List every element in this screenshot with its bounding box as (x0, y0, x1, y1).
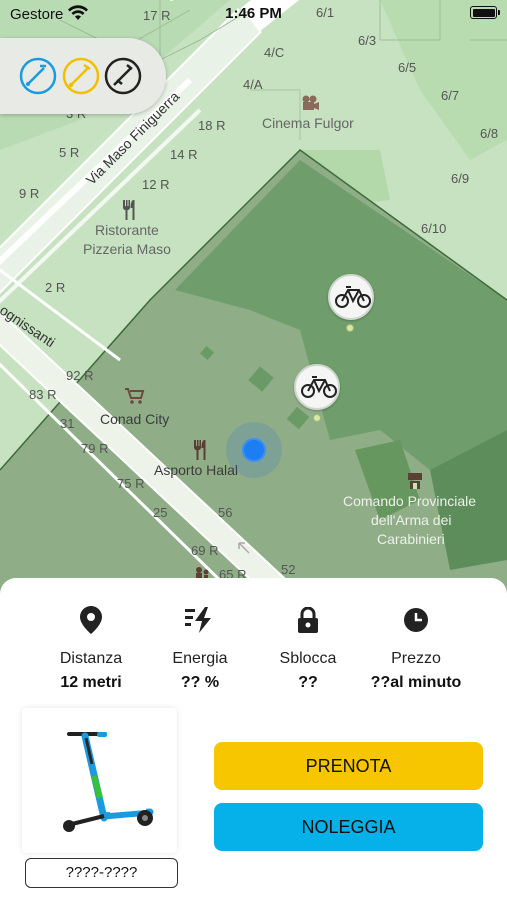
stat-price-label: Prezzo (391, 650, 441, 667)
restaurant-icon (121, 200, 137, 220)
stat-price-value: ??al minuto (370, 674, 462, 691)
house-number: 9 R (19, 186, 40, 201)
poi-label-restaurant-name[interactable]: Ristorante (95, 221, 159, 239)
bike-icon (335, 286, 371, 308)
bike-marker[interactable] (294, 364, 340, 410)
electric-scooter-illustration (63, 732, 154, 832)
lock-icon (253, 606, 363, 634)
bike-marker[interactable] (328, 274, 374, 320)
stat-energy-value: ?? % (180, 674, 220, 691)
house-number: 6/7 (441, 88, 460, 103)
house-number: 52 (281, 562, 296, 577)
vehicle-detail-sheet: Distanza 12 metri Energia ?? % Sblocca ?… (0, 578, 507, 900)
house-number: 5 R (59, 145, 80, 160)
poi-label-cinema[interactable]: Cinema Fulgor (262, 114, 354, 132)
poi-label-supermarket[interactable]: Conad City (100, 410, 169, 428)
scooter-image (22, 708, 177, 853)
police-station-icon (405, 471, 425, 491)
house-number: 25 (153, 505, 168, 520)
filter-moped-button[interactable] (61, 56, 101, 96)
stat-distance-value: 12 metri (60, 674, 122, 691)
house-number: 12 R (142, 177, 170, 192)
book-button[interactable]: PRENOTA (214, 742, 483, 790)
filter-scooter-button[interactable] (18, 56, 58, 96)
stat-energy: Energia ?? % (145, 606, 255, 692)
house-number: 69 R (191, 543, 219, 558)
bike-marker-anchor (313, 414, 321, 422)
house-number: 31 (60, 416, 75, 431)
moped-filter-icon (62, 57, 100, 95)
clock-icon (361, 606, 471, 634)
poi-label-carabinieri-1[interactable]: Comando Provinciale (343, 492, 476, 510)
house-number: 83 R (29, 387, 57, 402)
house-number: 56 (218, 505, 233, 520)
house-number: 6/3 (358, 33, 377, 48)
poi-label-carabinieri-2[interactable]: dell'Arma dei (371, 511, 452, 529)
stat-unlock-label: Sblocca (279, 650, 337, 667)
energy-icon (145, 606, 255, 634)
house-number: 6/9 (451, 171, 470, 186)
poi-label-restaurant-name-2[interactable]: Pizzeria Maso (83, 240, 171, 258)
vehicle-code: ????-???? (25, 858, 178, 888)
bike-icon (301, 376, 337, 398)
stat-energy-label: Energia (172, 650, 228, 667)
shopping-cart-icon (125, 387, 145, 405)
house-number: 4/A (243, 77, 263, 92)
house-number: 2 R (45, 280, 66, 295)
poi-label-carabinieri-3[interactable]: Carabinieri (377, 530, 445, 548)
stat-price: Prezzo ??al minuto (361, 606, 471, 692)
house-number: 4/C (264, 45, 285, 60)
direction-arrow-icon (237, 541, 251, 555)
status-time: 1:46 PM (225, 5, 282, 22)
house-number: 14 R (170, 147, 198, 162)
house-number: 6/5 (398, 60, 417, 75)
bike-marker-anchor (346, 324, 354, 332)
stat-distance-label: Distanza (59, 650, 123, 667)
house-number: 18 R (198, 118, 226, 133)
stat-distance: Distanza 12 metri (36, 606, 146, 692)
stat-unlock-value: ?? (298, 674, 318, 691)
bike-filter-icon (104, 57, 142, 95)
house-number: 75 R (117, 476, 145, 491)
battery-icon (470, 6, 500, 19)
location-pin-icon (36, 606, 146, 634)
filter-bike-button[interactable] (103, 56, 143, 96)
cinema-icon (300, 94, 320, 112)
house-number: 92 R (66, 368, 94, 383)
house-number: 79 R (81, 441, 109, 456)
scooter-filter-icon (19, 57, 57, 95)
stat-unlock: Sblocca ?? (253, 606, 363, 692)
vehicle-filter-panel (0, 38, 166, 114)
status-bar: Gestore 1:46 PM (0, 0, 507, 30)
house-number: 6/10 (421, 221, 447, 236)
poi-label-takeaway[interactable]: Asporto Halal (154, 461, 238, 479)
house-number: 6/8 (480, 126, 499, 141)
user-location-dot (242, 438, 266, 462)
restaurant-icon (192, 440, 208, 460)
rent-button[interactable]: NOLEGGIA (214, 803, 483, 851)
